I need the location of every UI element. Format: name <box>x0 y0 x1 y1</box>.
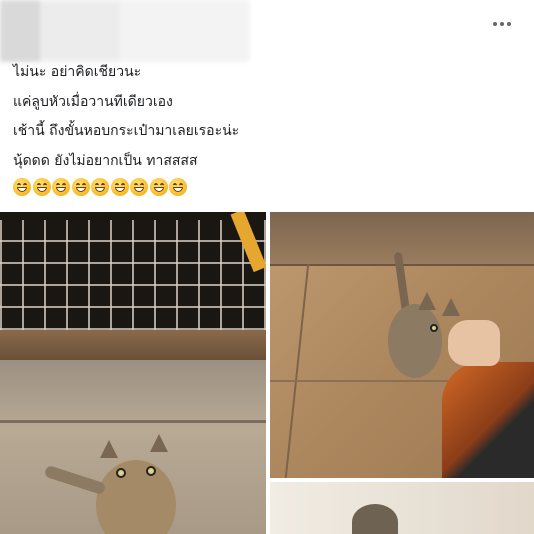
post-line: เช้านี้ ถึงขั้นหอบกระเป๋ามาเลยเรอะน่ะ <box>13 123 240 139</box>
grinning-squinting-face-icon <box>13 178 31 196</box>
blurred-profile-header <box>0 0 250 62</box>
grinning-squinting-face-icon <box>71 178 90 196</box>
grinning-squinting-face-icon <box>130 178 148 196</box>
photo-kitten-doorway[interactable] <box>270 482 534 534</box>
post-line: นุ้ดดด ยังไม่อยากเป็น ทาสสสส <box>13 152 198 169</box>
grinning-squinting-face-icon <box>32 178 51 196</box>
more-options-button[interactable] <box>488 12 516 36</box>
person-hand <box>448 320 500 366</box>
grinning-squinting-face-icon <box>149 178 168 196</box>
kitten <box>388 304 442 378</box>
grinning-squinting-face-icon <box>52 178 70 196</box>
emoji-row <box>13 178 513 196</box>
grinning-squinting-face-icon <box>110 178 129 196</box>
person-arm <box>442 362 534 478</box>
post-text: ไม่นะ อย่าคิดเชียวนะ แค่ลูบหัวเมื่อวานที… <box>13 58 513 196</box>
photo-kitten-with-hand[interactable] <box>270 212 534 478</box>
fence <box>0 220 266 332</box>
more-horizontal-icon <box>492 22 513 26</box>
post-line: แค่ลูบหัวเมื่อวานทีเดียวเอง <box>13 93 173 110</box>
grinning-squinting-face-icon <box>169 178 187 196</box>
photo-kitten-at-fence[interactable] <box>0 212 266 534</box>
grinning-squinting-face-icon <box>91 178 109 196</box>
kitten <box>352 504 398 534</box>
post-line: ไม่นะ อย่าคิดเชียวนะ <box>13 64 142 80</box>
